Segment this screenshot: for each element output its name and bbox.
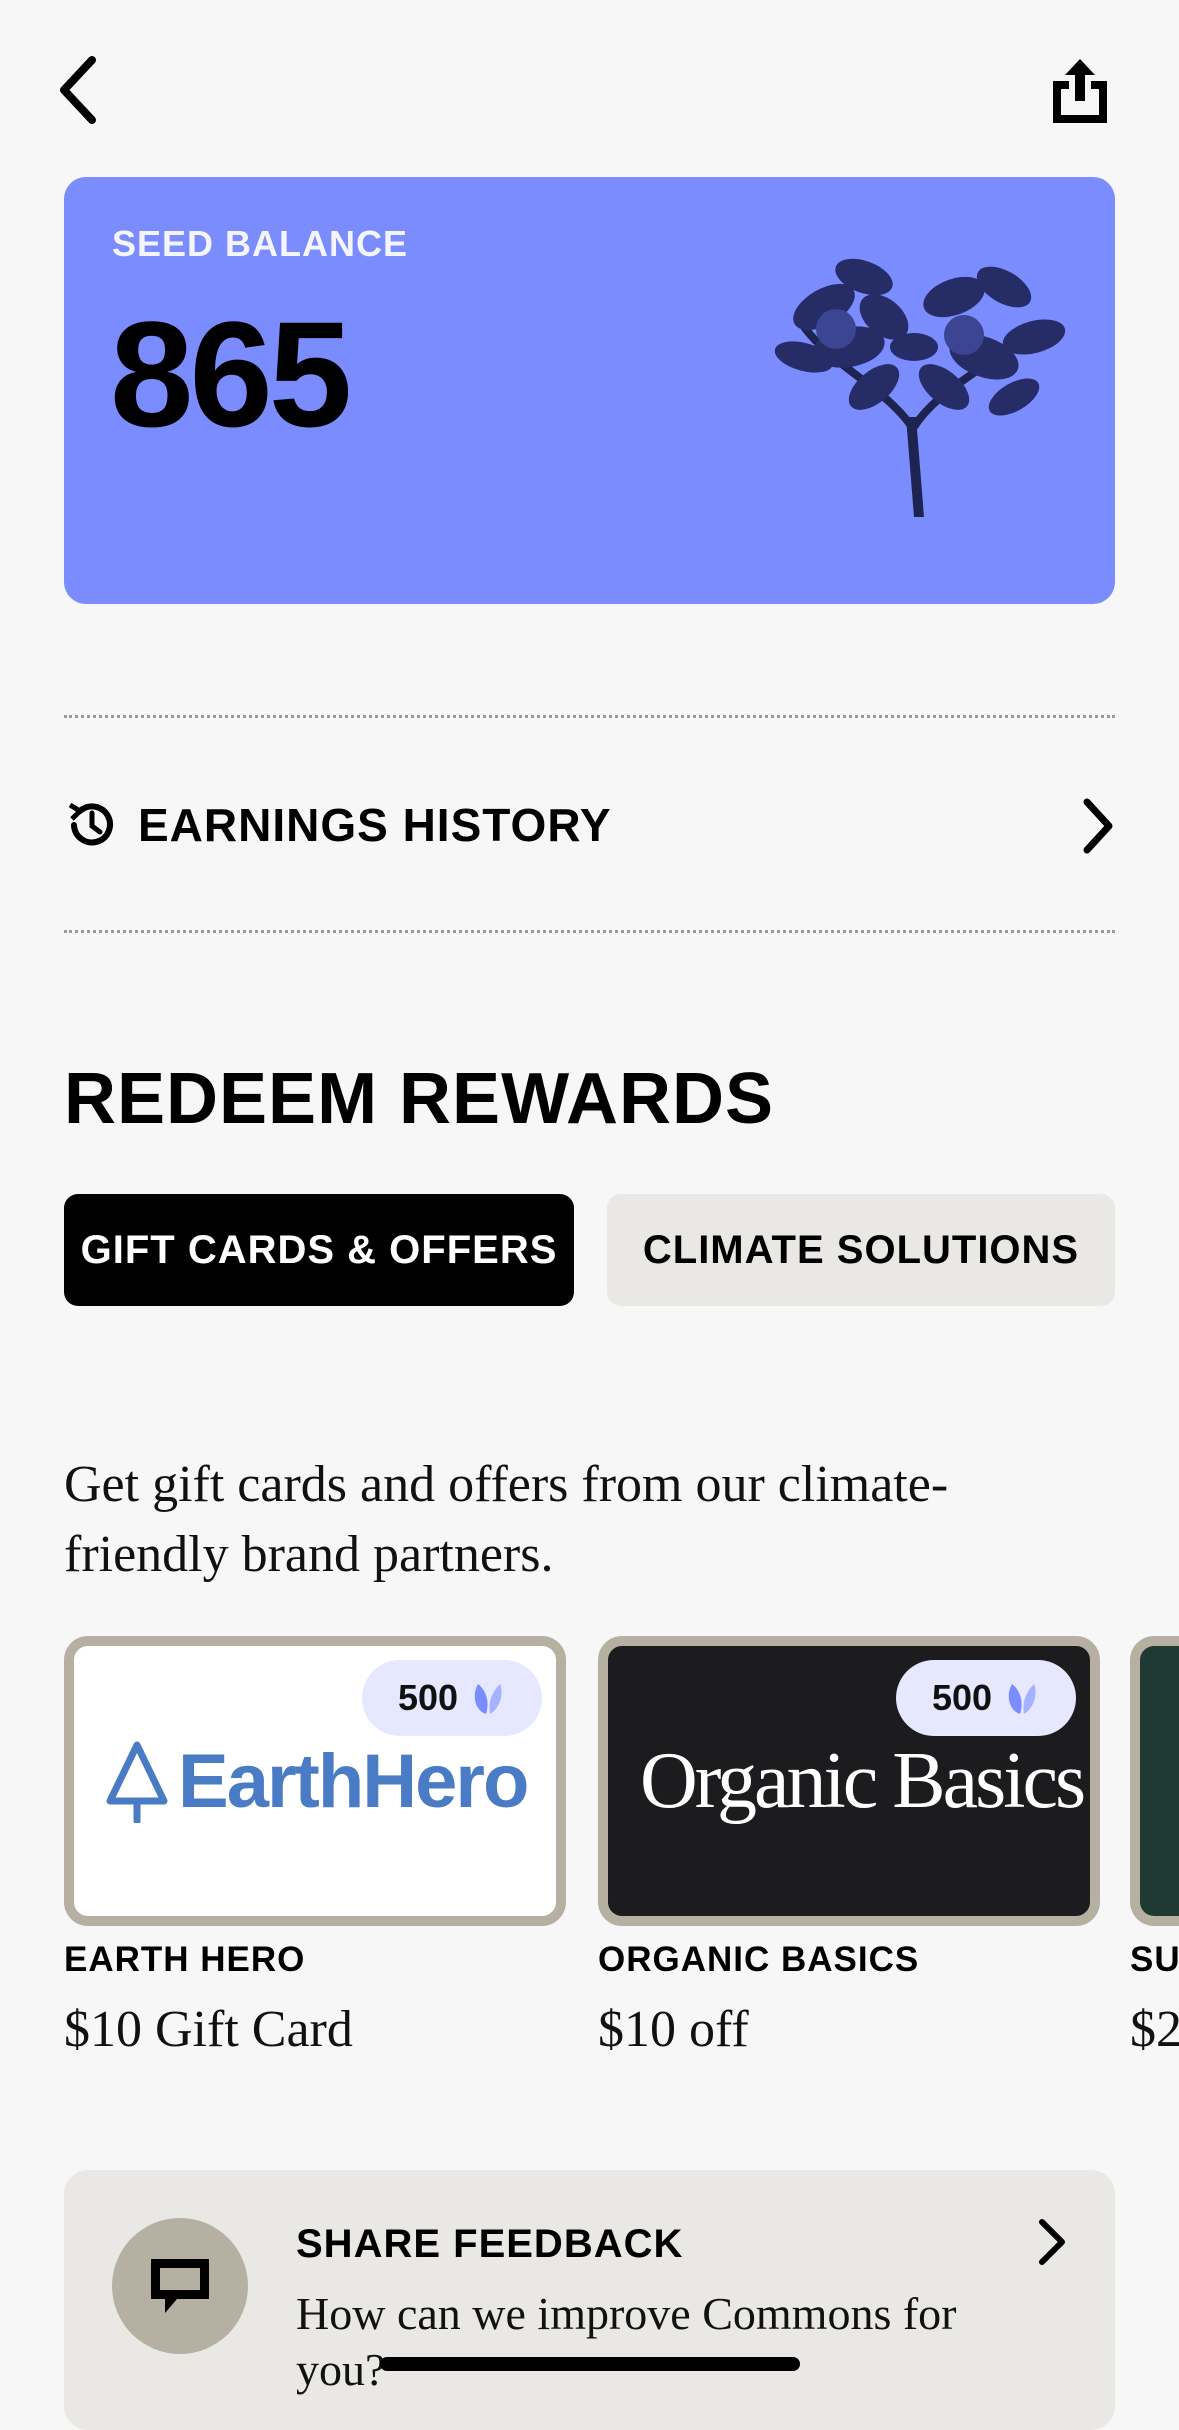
earnings-history-label: EARNINGS HISTORY xyxy=(138,799,612,851)
share-icon xyxy=(1053,59,1107,123)
divider xyxy=(64,930,1115,933)
earthhero-logo-text: EarthHero xyxy=(178,1739,529,1824)
tab-climate-solutions[interactable]: CLIMATE SOLUTIONS xyxy=(607,1194,1115,1306)
tab-gift-cards-offers[interactable]: GIFT CARDS & OFFERS xyxy=(64,1194,574,1306)
offer-brand: SU xyxy=(1130,1940,1179,1979)
seed-icon xyxy=(474,1684,502,1714)
chevron-left-icon xyxy=(60,56,96,124)
organic-basics-logo: Organic Basics xyxy=(640,1737,1086,1825)
cost-badge: 500 xyxy=(362,1660,542,1736)
seed-balance-card: SEED BALANCE 865 xyxy=(64,177,1115,604)
home-indicator xyxy=(380,2357,800,2371)
divider xyxy=(64,715,1115,718)
chevron-right-icon xyxy=(1083,798,1113,854)
offer-card-earth-hero[interactable]: 500 EarthHero xyxy=(64,1636,566,1926)
section-title: REDEEM REWARDS xyxy=(64,1059,775,1139)
feedback-icon-circle xyxy=(112,2218,248,2354)
offer-card-organic-basics[interactable]: 500 Organic Basics xyxy=(598,1636,1100,1926)
earnings-history-row[interactable]: EARNINGS HISTORY xyxy=(64,760,1115,890)
cost-badge: 500 xyxy=(896,1660,1076,1736)
feedback-text: How can we improve Commons for you? xyxy=(296,2288,957,2395)
section-description: Get gift cards and offers from our clima… xyxy=(64,1456,949,1583)
offer-brand: EARTH HERO xyxy=(64,1940,306,1979)
balance-value: 865 xyxy=(110,290,352,458)
seed-icon xyxy=(1008,1684,1036,1714)
cost-value: 500 xyxy=(931,1677,993,1718)
back-button[interactable] xyxy=(58,50,118,130)
offer-title: $10 Gift Card xyxy=(64,2001,353,2058)
offer-title: $2 xyxy=(1130,2001,1179,2058)
chat-bubble-icon xyxy=(151,2259,209,2313)
tree-logo-icon xyxy=(106,1741,168,1823)
share-button[interactable] xyxy=(1040,50,1120,130)
citrus-tree-illustration xyxy=(774,258,1066,517)
offer-card-partial[interactable] xyxy=(1130,1636,1179,1926)
earthhero-logo: EarthHero xyxy=(102,1738,529,1825)
balance-label: SEED BALANCE xyxy=(112,223,409,264)
cost-value: 500 xyxy=(397,1677,459,1718)
chevron-right-icon xyxy=(1039,2219,1065,2265)
share-feedback-card[interactable]: SHARE FEEDBACK How can we improve Common… xyxy=(64,2170,1115,2430)
history-icon xyxy=(68,802,113,846)
offer-brand: ORGANIC BASICS xyxy=(598,1940,920,1979)
offer-title: $10 off xyxy=(598,2001,749,2058)
feedback-title: SHARE FEEDBACK xyxy=(296,2222,684,2266)
